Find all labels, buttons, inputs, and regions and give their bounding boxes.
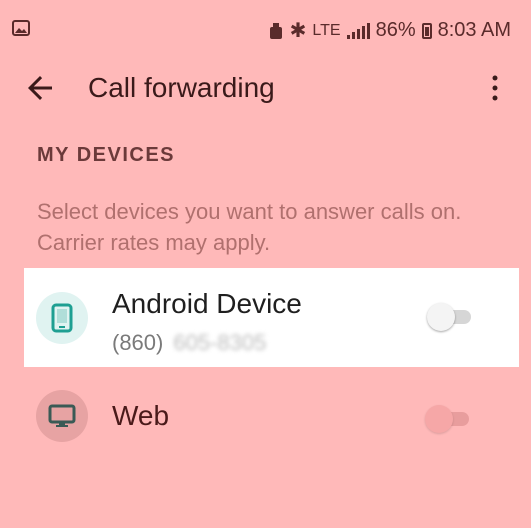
lte-icon: LTE (312, 21, 341, 39)
monitor-icon (48, 404, 76, 427)
more-vert-icon[interactable] (483, 70, 507, 106)
device-icon-container (36, 390, 88, 442)
signal-icon (346, 22, 370, 39)
phone-number-redacted: 605-8305 (173, 330, 267, 355)
status-bar: ✱ LTE 86% 8:03 AM (0, 0, 531, 60)
device-label: Web (112, 400, 170, 431)
clock: 8:03 AM (437, 19, 511, 41)
status-icons: ✱ LTE 86% 8:03 AM (268, 18, 511, 43)
toggle-thumb (425, 405, 453, 433)
arrow-left-icon[interactable] (22, 70, 58, 106)
app-bar: Call forwarding (0, 60, 531, 116)
bluetooth-icon: ✱ (289, 20, 307, 42)
device-label: Android Device (112, 288, 302, 319)
android-forward-toggle[interactable] (427, 300, 475, 334)
toggle-thumb (427, 303, 455, 331)
battery-icon (421, 22, 432, 39)
device-icon-container (36, 292, 88, 344)
device-row-android[interactable]: Android Device (860) 605-8305 (24, 268, 519, 367)
page-title: Call forwarding (88, 72, 275, 103)
phone-icon (51, 303, 73, 333)
web-forward-toggle[interactable] (425, 402, 473, 436)
image-icon (12, 20, 30, 36)
alarm-icon (269, 22, 282, 39)
section-description: Select devices you want to answer calls … (37, 199, 462, 255)
section-title: MY DEVICES (37, 144, 175, 166)
device-phone: (860) 605-8305 (112, 330, 266, 356)
battery-percent: 86% (375, 19, 416, 41)
phone-prefix: (860) (112, 330, 164, 355)
device-row-web[interactable]: Web (0, 368, 531, 468)
